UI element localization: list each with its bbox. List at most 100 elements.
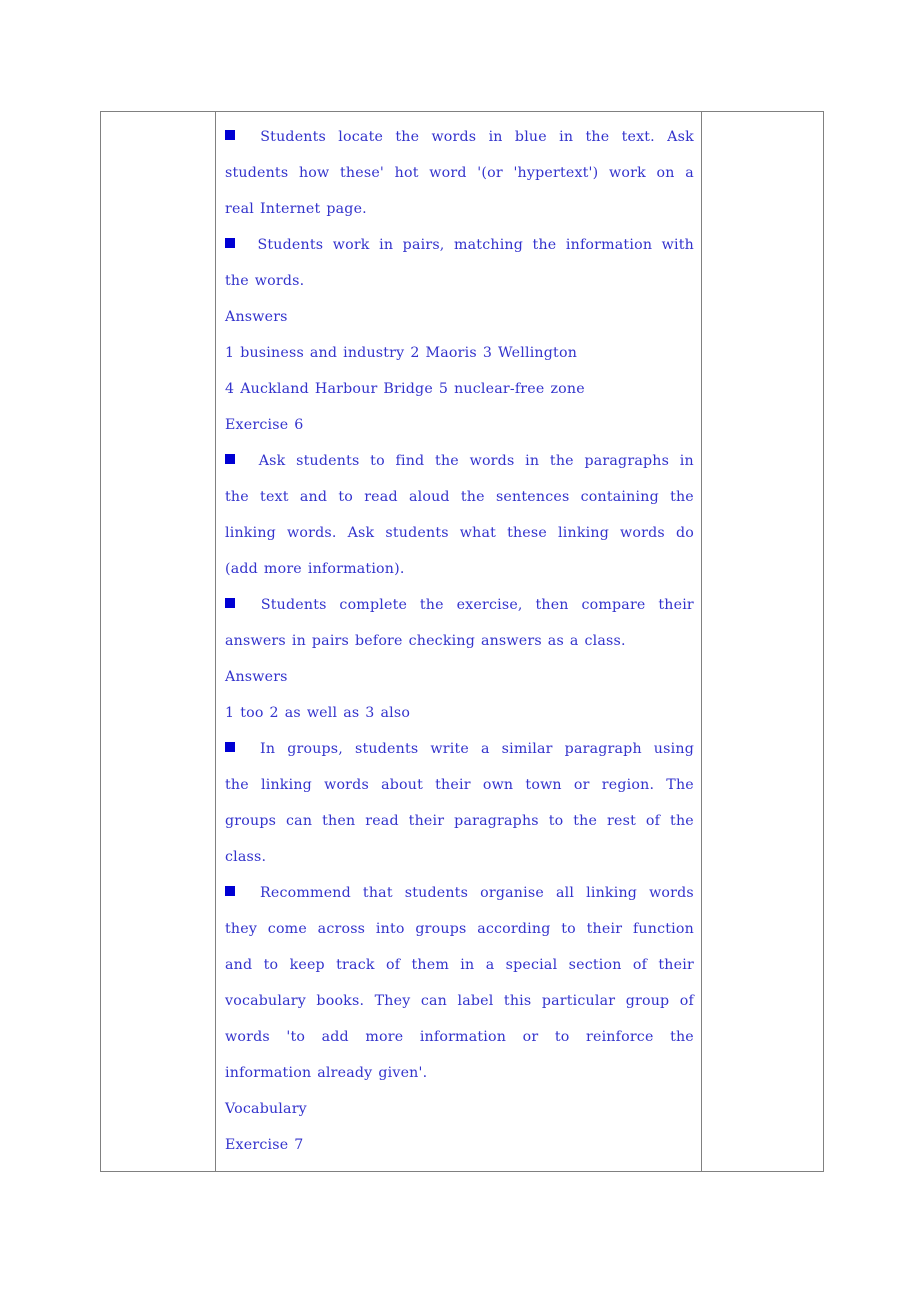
word: read — [365, 813, 399, 829]
word: already — [317, 1065, 373, 1081]
word: the — [395, 129, 420, 145]
word: business — [240, 345, 304, 361]
word: Internet — [259, 201, 321, 217]
word: to — [554, 1029, 570, 1045]
word: on — [656, 165, 675, 181]
word: they — [225, 921, 258, 937]
word: section — [568, 957, 622, 973]
word: 7 — [294, 1137, 304, 1153]
word: track — [336, 957, 375, 973]
word: in — [291, 633, 306, 649]
word: work — [332, 237, 370, 253]
text-line: Recommend that students organise all linking w… — [225, 875, 694, 911]
word: this — [503, 993, 532, 1009]
word: compare — [581, 597, 646, 613]
word: the — [460, 489, 485, 505]
word: come — [267, 921, 307, 937]
word: exercise, — [456, 597, 523, 613]
word: to — [370, 453, 385, 469]
word: label — [457, 993, 494, 1009]
word: of — [679, 993, 694, 1009]
filled-square-bullet-icon — [225, 742, 235, 752]
word: 'to — [286, 1029, 306, 1045]
word: nuclear-free — [454, 381, 545, 397]
text-line: Answers — [225, 659, 694, 695]
word: what — [459, 525, 497, 541]
word: them — [411, 957, 449, 973]
word: Harbour — [314, 381, 378, 397]
word: Students — [257, 237, 324, 253]
word: Recommend — [260, 885, 351, 901]
text-line: real Internet page. — [225, 191, 694, 227]
text-line: In groups, students write a similar paragraph u… — [225, 731, 694, 767]
word: class. — [225, 849, 267, 865]
word: the — [532, 237, 557, 253]
word: or — [573, 777, 590, 793]
text-line: students how these' hot word '(or 'hypertext')… — [225, 155, 694, 191]
word: using — [653, 741, 694, 757]
word: the — [225, 489, 249, 505]
word: 3 — [482, 345, 493, 361]
word: to — [263, 957, 279, 973]
text-line: answers in pairs before checking answers as a cl… — [225, 623, 694, 659]
word: 2 — [269, 705, 279, 721]
word: In — [260, 741, 276, 757]
text-line: Answers — [225, 299, 694, 335]
text-line: Students complete the exercise, then compare t… — [225, 587, 694, 623]
word: vocabulary — [225, 993, 306, 1009]
word: reinforce — [585, 1029, 654, 1045]
left-column-content — [101, 112, 215, 127]
word: Exercise — [225, 1137, 289, 1153]
document-page: Students locate the words in blue in the text. As… — [0, 0, 920, 1302]
word: the — [670, 489, 694, 505]
word: 4 — [225, 381, 235, 397]
word: the — [670, 1029, 694, 1045]
word: paragraph — [564, 741, 642, 757]
word: Maoris — [425, 345, 477, 361]
word: complete — [339, 597, 408, 613]
word: organise — [480, 885, 544, 901]
word: a — [480, 741, 490, 757]
word: these — [507, 525, 547, 541]
text-line: words 'to add more information or to reinforce t… — [225, 1019, 694, 1055]
word: groups, — [287, 741, 344, 757]
word: Ask — [258, 453, 286, 469]
table-cell-right-margin-column — [701, 111, 824, 1172]
word: aloud — [408, 489, 450, 505]
word: words — [431, 129, 477, 145]
word: '(or — [477, 165, 503, 181]
word: and — [299, 489, 328, 505]
word: Bridge — [383, 381, 433, 397]
word: information). — [307, 561, 405, 577]
word: according — [477, 921, 551, 937]
word: page. — [326, 201, 367, 217]
word: to — [561, 921, 576, 937]
word: matching — [454, 237, 524, 253]
word: given'. — [378, 1065, 428, 1081]
word: in — [488, 129, 503, 145]
filled-square-bullet-icon — [225, 130, 235, 140]
word: Wellington — [498, 345, 578, 361]
word: similar — [501, 741, 553, 757]
word: class. — [584, 633, 626, 649]
word: answers — [225, 633, 286, 649]
word: about — [381, 777, 423, 793]
word: the — [225, 273, 249, 289]
word: as — [343, 705, 360, 721]
word: across — [317, 921, 366, 937]
word: in — [460, 957, 475, 973]
word: read — [364, 489, 398, 505]
word: linking — [225, 525, 276, 541]
word: Auckland — [240, 381, 309, 397]
word: the — [573, 813, 598, 829]
word: Students — [260, 129, 327, 145]
word: the — [435, 453, 459, 469]
word: the — [225, 777, 249, 793]
word: a — [485, 957, 495, 973]
word: to — [548, 813, 564, 829]
word: of — [645, 813, 661, 829]
word: locate — [338, 129, 384, 145]
word: paragraphs — [584, 453, 670, 469]
word: words — [649, 885, 694, 901]
word: then — [322, 813, 356, 829]
